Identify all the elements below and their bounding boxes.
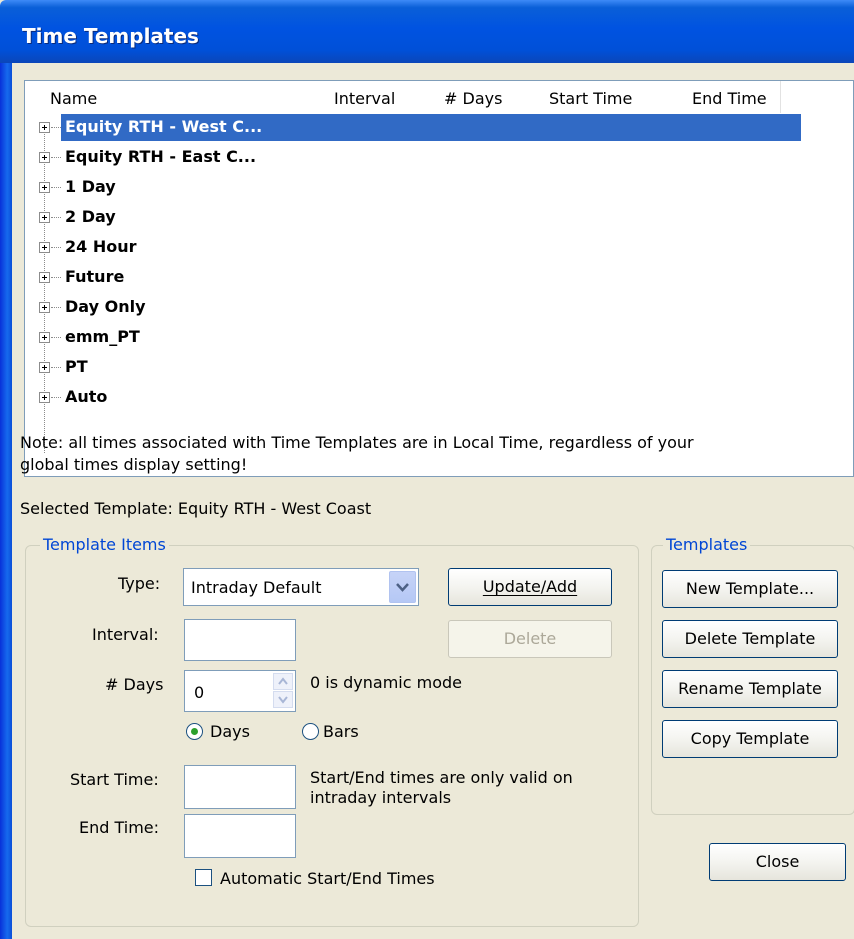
column-header-end-time[interactable]: End Time <box>692 89 767 108</box>
automatic-times-checkbox[interactable] <box>195 869 212 886</box>
list-item-label: Day Only <box>65 297 146 316</box>
type-value: Intraday Default <box>191 578 322 597</box>
column-header-start-time[interactable]: Start Time <box>549 89 632 108</box>
list-item[interactable]: 1 Day <box>25 174 780 202</box>
list-item-label: 24 Hour <box>65 237 137 256</box>
list-item-label: Equity RTH - East C... <box>65 147 257 166</box>
time-hint-line1: Start/End times are only valid on <box>310 768 573 787</box>
list-item[interactable]: Future <box>25 264 780 292</box>
arrow-up-icon <box>278 677 288 685</box>
template-list[interactable]: Name Interval # Days Start Time End Time… <box>24 80 854 477</box>
list-item-label: PT <box>65 357 88 376</box>
dropdown-button[interactable] <box>389 571 416 603</box>
note-text-line2: global times display setting! <box>20 455 248 474</box>
tree-connector <box>51 367 61 368</box>
list-item-label: Future <box>65 267 125 286</box>
list-item[interactable]: 24 Hour <box>25 234 780 262</box>
start-time-label: Start Time: <box>70 770 159 789</box>
copy-template-button[interactable]: Copy Template <box>662 720 838 758</box>
tree-connector <box>51 247 61 248</box>
end-time-field[interactable] <box>184 814 296 858</box>
list-item[interactable]: Equity RTH - West C... <box>25 114 780 142</box>
window-title: Time Templates <box>22 24 199 48</box>
end-time-label: End Time: <box>79 818 160 837</box>
expand-plus-icon[interactable] <box>39 122 50 133</box>
interval-field[interactable] <box>184 619 296 661</box>
template-items-title: Template Items <box>40 535 169 554</box>
tree-connector <box>51 397 61 398</box>
templates-title: Templates <box>663 535 751 554</box>
radio-bars[interactable] <box>302 723 319 740</box>
days-stepper[interactable]: 0 <box>184 670 296 712</box>
note-text-line1: Note: all times associated with Time Tem… <box>20 433 694 452</box>
selected-template-label: Selected Template: Equity RTH - West Coa… <box>20 499 372 518</box>
list-item[interactable]: Equity RTH - East C... <box>25 144 780 172</box>
tree-connector <box>51 337 61 338</box>
header-divider <box>780 81 781 113</box>
column-header-name[interactable]: Name <box>50 89 97 108</box>
radio-days-label: Days <box>210 722 250 741</box>
days-hint: 0 is dynamic mode <box>310 673 462 692</box>
expand-plus-icon[interactable] <box>39 182 50 193</box>
list-item-label: Equity RTH - West C... <box>63 117 265 136</box>
expand-plus-icon[interactable] <box>39 242 50 253</box>
list-item[interactable]: 2 Day <box>25 204 780 232</box>
automatic-times-label: Automatic Start/End Times <box>220 869 435 888</box>
type-label: Type: <box>118 574 161 593</box>
close-button[interactable]: Close <box>709 843 846 881</box>
window-border <box>0 63 12 939</box>
tree-connector <box>51 187 61 188</box>
expand-plus-icon[interactable] <box>39 392 50 403</box>
expand-plus-icon[interactable] <box>39 362 50 373</box>
expand-plus-icon[interactable] <box>39 212 50 223</box>
tree-connector <box>51 307 61 308</box>
tree-connector <box>51 127 61 128</box>
start-time-field[interactable] <box>184 765 296 809</box>
column-header-interval[interactable]: Interval <box>334 89 395 108</box>
time-hint-line2: intraday intervals <box>310 788 452 807</box>
days-label: # Days <box>105 675 164 694</box>
days-value: 0 <box>194 683 205 702</box>
rename-template-button[interactable]: Rename Template <box>662 670 838 708</box>
expand-plus-icon[interactable] <box>39 332 50 343</box>
type-dropdown[interactable]: Intraday Default <box>183 568 419 606</box>
list-item[interactable]: Day Only <box>25 294 780 322</box>
tree-connector <box>51 217 61 218</box>
radio-bars-label: Bars <box>323 722 359 741</box>
title-bar[interactable]: Time Templates <box>0 0 854 63</box>
chevron-down-icon <box>396 583 409 592</box>
list-item[interactable]: emm_PT <box>25 324 780 352</box>
column-header-days[interactable]: # Days <box>444 89 502 108</box>
tree-connector <box>51 277 61 278</box>
expand-plus-icon[interactable] <box>39 302 50 313</box>
list-item-label: 2 Day <box>65 207 116 226</box>
list-item[interactable]: PT <box>25 354 780 382</box>
expand-plus-icon[interactable] <box>39 152 50 163</box>
list-header: Name Interval # Days Start Time End Time <box>25 81 781 113</box>
list-item-label: 1 Day <box>65 177 116 196</box>
list-item[interactable]: Auto <box>25 384 780 412</box>
update-add-button[interactable]: Update/Add <box>448 568 612 606</box>
stepper-up-button[interactable] <box>273 673 293 690</box>
interval-label: Interval: <box>92 625 159 644</box>
delete-template-button[interactable]: Delete Template <box>662 620 838 658</box>
arrow-down-icon <box>278 696 288 704</box>
delete-item-button[interactable]: Delete <box>448 620 612 658</box>
new-template-button[interactable]: New Template... <box>662 570 838 608</box>
list-item-label: emm_PT <box>65 327 140 346</box>
dialog-client: Name Interval # Days Start Time End Time… <box>12 63 854 939</box>
list-item-label: Auto <box>65 387 108 406</box>
expand-plus-icon[interactable] <box>39 272 50 283</box>
stepper-down-button[interactable] <box>273 691 293 708</box>
tree-connector <box>51 157 61 158</box>
radio-days[interactable] <box>186 723 203 740</box>
